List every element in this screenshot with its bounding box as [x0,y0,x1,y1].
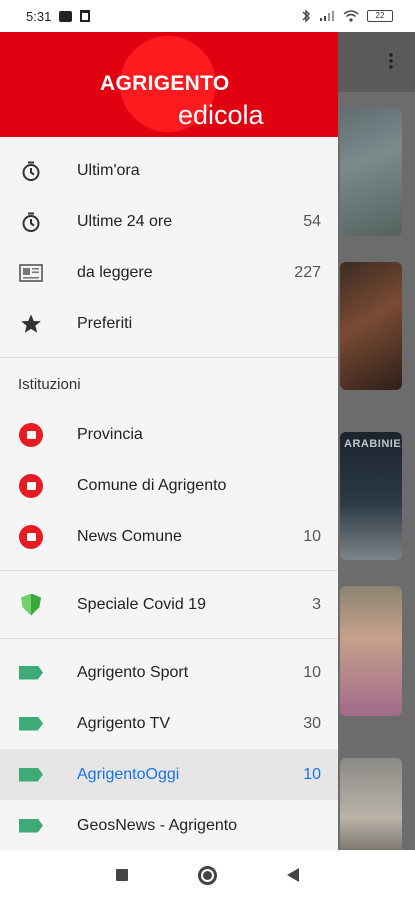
menu-item-ultime-24-ore[interactable]: Ultime 24 ore 54 [0,196,338,247]
menu-item-label: Agrigento Sport [77,663,189,681]
menu-item-label: News Comune [77,527,182,545]
menu-item-count: 10 [303,663,321,681]
menu-item-count: 3 [312,595,321,613]
menu-item-label: AgrigentoOggi [77,765,180,783]
menu-item-count: 227 [294,263,321,281]
recent-apps-button[interactable] [116,869,128,881]
menu-item-agrigento-tv[interactable]: Agrigento TV 30 [0,698,338,749]
system-navigation-bar [0,850,415,900]
divider [0,638,338,639]
article-thumbnail: ARABINIE [340,432,402,560]
menu-item-ultimora[interactable]: Ultim'ora [0,145,338,196]
article-thumbnail [340,108,402,236]
back-button[interactable] [287,868,299,882]
stopwatch-icon [18,158,44,184]
menu-item-count: 30 [303,714,321,732]
menu-item-comune-di-agrigento[interactable]: Comune di Agrigento [0,460,338,511]
menu-item-label: Comune di Agrigento [77,476,227,494]
tag-icon [18,813,44,839]
section-title-istituzioni: Istituzioni [18,375,81,393]
divider [0,357,338,358]
home-icon [18,473,44,499]
article-thumbnail [340,758,402,858]
menu-item-label: da leggere [77,263,153,281]
background-toolbar [338,32,415,92]
drawer-header: AGRIGENTO edicola [0,32,338,137]
star-icon [18,311,44,337]
menu-item-news-comune[interactable]: News Comune 10 [0,511,338,562]
brand-subtitle: edicola [178,100,264,130]
menu-item-label: Ultime 24 ore [77,212,173,230]
menu-item-agrigentooggi[interactable]: AgrigentoOggi 10 [0,749,338,800]
menu-item-count: 54 [303,212,321,230]
tag-icon [18,711,44,737]
newspaper-icon [18,260,44,286]
more-options-icon [389,52,393,70]
menu-item-label: GeosNews - Agrigento [77,816,238,834]
article-thumbnail [340,262,402,390]
battery-icon: 22 [367,10,393,22]
signal-icon [320,11,334,21]
trash-icon [80,10,91,22]
stopwatch-icon [18,209,44,235]
menu-item-geosnews-agrigento[interactable]: GeosNews - Agrigento [0,800,338,850]
home-button[interactable] [198,866,217,885]
menu-item-label: Preferiti [77,314,133,332]
home-icon [18,422,44,448]
tag-icon [18,660,44,686]
menu-item-agrigento-sport[interactable]: Agrigento Sport 10 [0,647,338,698]
status-bar: 5:31 22 [0,0,415,32]
wifi-icon [343,10,359,22]
bluetooth-icon [302,9,310,23]
menu-item-count: 10 [303,765,321,783]
news-icon [18,524,44,550]
navigation-drawer: AGRIGENTO edicola Ultim'ora Ultime 24 or… [0,32,338,850]
menu-item-label: Ultim'ora [77,161,140,179]
clock: 5:31 [26,8,52,24]
menu-item-label: Provincia [77,425,143,443]
tag-icon [18,762,44,788]
thumbnail-caption: ARABINIE [344,438,402,450]
menu-item-preferiti[interactable]: Preferiti [0,298,338,349]
menu-item-da-leggere[interactable]: da leggere 227 [0,247,338,298]
article-thumbnail [340,586,402,716]
menu-item-count: 10 [303,527,321,545]
brand-title: AGRIGENTO [100,72,230,95]
message-icon [59,10,73,22]
menu-item-label: Agrigento TV [77,714,171,732]
shield-icon [18,592,44,618]
menu-item-speciale-covid-19[interactable]: Speciale Covid 19 3 [0,579,338,630]
divider [0,570,338,571]
menu-item-label: Speciale Covid 19 [77,595,206,613]
menu-item-provincia[interactable]: Provincia [0,409,338,460]
